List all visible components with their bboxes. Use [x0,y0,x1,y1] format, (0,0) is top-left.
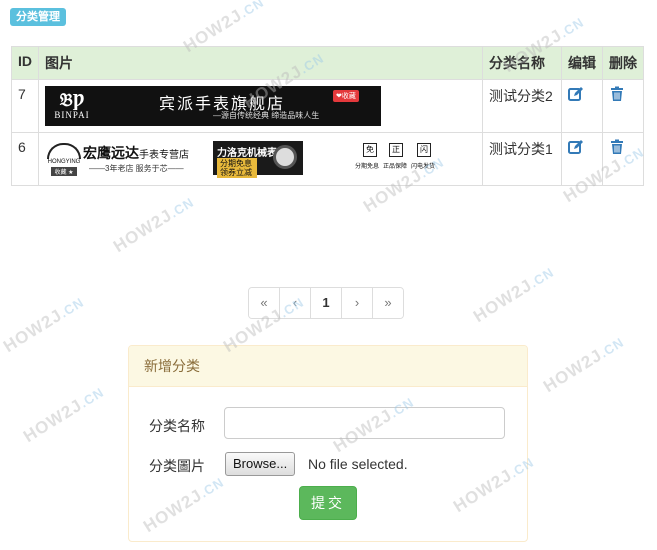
browse-button[interactable]: Browse... [225,452,296,476]
watermark: HOW2J.CN [20,384,107,447]
image-label: 分类圖片 [149,458,205,474]
row-id: 7 [11,79,39,133]
edit-icon[interactable] [568,86,584,102]
row-name: 测试分类1 [482,132,562,186]
panel-heading: 新增分类 [129,346,527,387]
watermark: HOW2J.CN [470,264,557,327]
page-prev-button[interactable]: ‹ [279,288,310,318]
favorite-badge: ❤收藏 [333,90,359,102]
add-category-panel: 新增分类 分类名称 分类圖片 Browse... No file selecte… [128,345,528,542]
row-delete-cell [602,79,644,133]
file-status: No file selected. [308,456,408,472]
brand-logo: HONGYING 收藏 ★ [47,143,81,176]
row-image-cell: 𝔅Ƿ BINPAI 宾派手表旗舰店 —源自传统经典 缔造品味人生 ❤收藏 [38,79,483,133]
pagination: « ‹ 1 › » [248,287,404,319]
brand-logo: 𝔅Ƿ BINPAI [54,90,90,120]
header-image: 图片 [38,46,483,80]
watermark: HOW2J.CN [110,194,197,257]
category-table: ID 图片 分类名称 编辑 删除 7 𝔅Ƿ BINPAI 宾派手表旗舰店 —源自… [11,46,644,186]
table-header-row: ID 图片 分类名称 编辑 删除 [11,46,644,80]
page-current[interactable]: 1 [310,288,341,318]
row-image-cell: HONGYING 收藏 ★ 宏鹰远达手表专营店 ——3年老店 服务于芯—— 力洛… [38,132,483,186]
table-row: 6 HONGYING 收藏 ★ 宏鹰远达手表专营店 ——3年老店 服务于芯—— … [11,132,644,186]
page-next-button[interactable]: › [341,288,372,318]
header-name: 分类名称 [482,46,562,80]
banner-slogan: —源自传统经典 缔造品味人生 [213,111,320,120]
category-name-input[interactable] [224,407,505,439]
row-edit-cell [561,79,603,133]
page-last-button[interactable]: » [372,288,403,318]
store-name: 宏鹰远达手表专营店 [83,145,189,161]
watch-icon [273,145,297,169]
store-subtitle: ——3年老店 服务于芯—— [89,164,184,173]
row-id: 6 [11,132,39,186]
trash-icon[interactable] [609,139,625,155]
promo-block: 力洛克机械表 分期免息 领券立减 [213,141,303,178]
submit-button[interactable]: 提交 [299,486,357,520]
category-image-hongying: HONGYING 收藏 ★ 宏鹰远达手表专营店 ——3年老店 服务于芯—— 力洛… [45,139,445,179]
row-delete-cell [602,132,644,186]
header-edit: 编辑 [561,46,603,80]
name-label: 分类名称 [149,418,205,434]
header-delete: 删除 [602,46,644,80]
header-id: ID [11,46,39,80]
row-edit-cell [561,132,603,186]
watermark: HOW2J.CN [540,334,627,397]
section-badge: 分类管理 [10,8,66,26]
category-image-binpai: 𝔅Ƿ BINPAI 宾派手表旗舰店 —源自传统经典 缔造品味人生 ❤收藏 [45,86,381,126]
watermark: HOW2J.CN [0,294,87,357]
trash-icon[interactable] [609,86,625,102]
edit-icon[interactable] [568,139,584,155]
table-row: 7 𝔅Ƿ BINPAI 宾派手表旗舰店 —源自传统经典 缔造品味人生 ❤收藏 测… [11,79,644,133]
page-first-button[interactable]: « [249,288,279,318]
row-name: 测试分类2 [482,79,562,133]
